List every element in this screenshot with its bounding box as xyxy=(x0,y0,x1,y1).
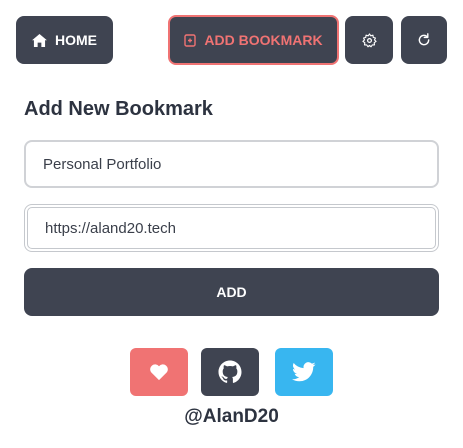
home-icon xyxy=(32,33,47,47)
twitter-icon xyxy=(292,362,316,382)
heart-button[interactable] xyxy=(130,348,188,396)
github-link-button[interactable] xyxy=(201,348,259,396)
home-label: HOME xyxy=(55,32,97,48)
refresh-icon xyxy=(417,33,431,47)
bookmark-name-input[interactable] xyxy=(24,140,439,188)
refresh-button[interactable] xyxy=(401,16,447,64)
gear-icon xyxy=(361,32,377,48)
github-icon xyxy=(218,360,242,384)
add-bookmark-button[interactable]: ADD BOOKMARK xyxy=(168,15,339,65)
form-title: Add New Bookmark xyxy=(24,98,213,120)
home-button[interactable]: HOME xyxy=(16,16,113,64)
twitter-link-button[interactable] xyxy=(275,348,333,396)
add-submit-button[interactable]: ADD xyxy=(24,268,439,316)
author-handle: @AlanD20 xyxy=(184,406,279,427)
settings-button[interactable] xyxy=(345,16,393,64)
add-bookmark-label: ADD BOOKMARK xyxy=(204,32,323,48)
bookmark-icon xyxy=(184,33,197,47)
heart-icon xyxy=(149,363,169,381)
bookmark-url-input[interactable] xyxy=(24,204,439,252)
